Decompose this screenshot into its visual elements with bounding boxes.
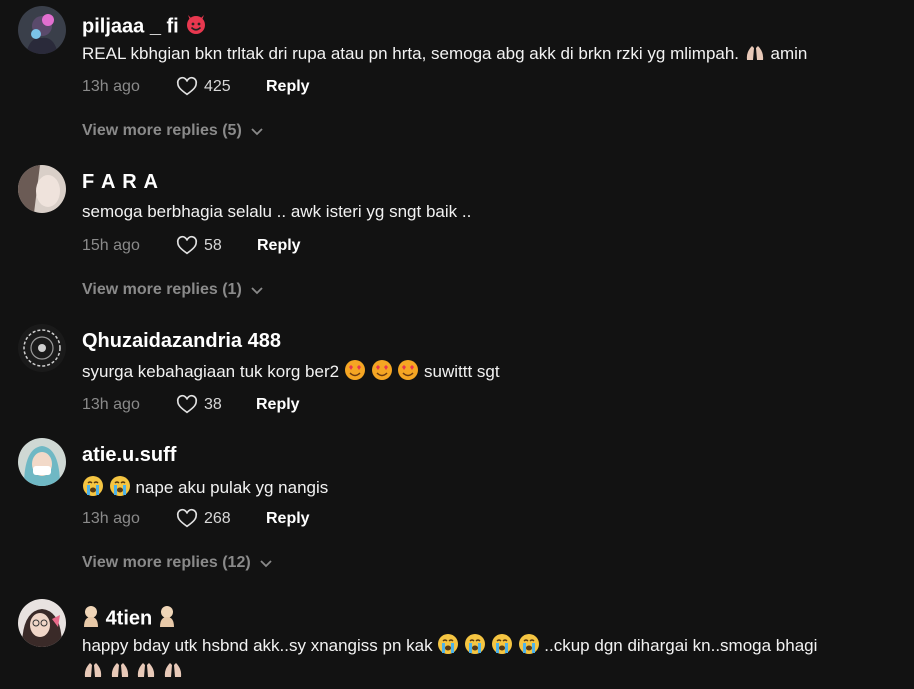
folded-hands-emoji	[162, 659, 184, 684]
comment-body-suffix: amin	[770, 43, 808, 63]
avatar[interactable]	[18, 165, 66, 213]
crying-face-emoji	[109, 475, 131, 502]
person-emoji	[82, 605, 100, 633]
comment-text: happy bday utk hsbnd akk..sy xnangiss pn…	[82, 633, 817, 660]
comment-emoji-line	[82, 659, 184, 684]
reply-button[interactable]: Reply	[257, 237, 301, 255]
folded-hands-emoji	[744, 42, 766, 67]
smiling-face-with-horns-emoji	[184, 12, 208, 42]
heart-outline-icon	[176, 76, 198, 96]
crying-face-emoji	[518, 633, 540, 660]
avatar[interactable]	[18, 6, 66, 54]
like-count: 425	[204, 78, 231, 95]
heart-outline-icon	[176, 394, 198, 414]
username[interactable]: Qhuzaidazandria 488	[82, 330, 281, 353]
view-more-label: View more replies (1)	[82, 281, 242, 298]
timestamp: 15h ago	[82, 237, 140, 254]
reply-button[interactable]: Reply	[266, 78, 310, 96]
chevron-down-icon	[251, 287, 263, 295]
reply-button[interactable]: Reply	[266, 510, 310, 528]
timestamp: 13h ago	[82, 78, 140, 95]
view-more-replies-button[interactable]: View more replies (12)	[82, 554, 273, 572]
like-count: 38	[204, 396, 222, 413]
avatar[interactable]	[18, 599, 66, 647]
reply-button[interactable]: Reply	[256, 396, 300, 414]
crying-face-emoji	[437, 633, 459, 660]
smiling-face-with-heart-eyes-emoji	[344, 359, 366, 386]
view-more-label: View more replies (5)	[82, 122, 242, 139]
crying-face-emoji	[464, 633, 486, 660]
smiling-face-with-heart-eyes-emoji	[371, 359, 393, 386]
crying-face-emoji	[491, 633, 513, 660]
folded-hands-emoji	[135, 659, 157, 684]
folded-hands-emoji	[82, 659, 104, 684]
chevron-down-icon	[251, 128, 263, 136]
like-count: 268	[204, 510, 231, 527]
username[interactable]: piljaaa _ fi	[82, 12, 208, 42]
comment-body: happy bday utk hsbnd akk..sy xnangiss pn…	[82, 635, 433, 655]
comment-body: syurga kebahagiaan tuk korg ber2	[82, 361, 340, 381]
like-button[interactable]: 425	[176, 76, 231, 98]
username-text: 4tien	[105, 607, 153, 630]
heart-outline-icon	[176, 508, 198, 528]
comment-text: syurga kebahagiaan tuk korg ber2 suwittt…	[82, 359, 500, 386]
comment-text: nape aku pulak yg nangis	[82, 475, 328, 502]
chevron-down-icon	[260, 560, 272, 568]
comment-body-suffix: ..ckup dgn dihargai kn..smoga bhagi	[544, 635, 818, 655]
username[interactable]: 4tien	[82, 605, 176, 633]
like-button[interactable]: 268	[176, 508, 231, 530]
username-text: piljaaa _ fi	[82, 15, 179, 38]
username[interactable]: atie.u.suff	[82, 444, 176, 467]
person-emoji	[158, 605, 176, 633]
view-more-label: View more replies (12)	[82, 554, 251, 571]
timestamp: 13h ago	[82, 510, 140, 527]
comment-text: semoga berbhagia selalu .. awk isteri yg…	[82, 202, 472, 221]
smiling-face-with-heart-eyes-emoji	[397, 359, 419, 386]
folded-hands-emoji	[109, 659, 131, 684]
crying-face-emoji	[82, 475, 104, 502]
like-button[interactable]: 58	[176, 235, 222, 257]
like-button[interactable]: 38	[176, 394, 222, 416]
timestamp: 13h ago	[82, 396, 140, 413]
heart-outline-icon	[176, 235, 198, 255]
avatar[interactable]	[18, 324, 66, 372]
like-count: 58	[204, 237, 222, 254]
comment-body-suffix: suwittt sgt	[424, 361, 500, 381]
comment-text: REAL kbhgian bkn trltak dri rupa atau pn…	[82, 42, 807, 67]
view-more-replies-button[interactable]: View more replies (1)	[82, 281, 264, 299]
view-more-replies-button[interactable]: View more replies (5)	[82, 122, 264, 140]
username[interactable]: F A R A	[82, 171, 159, 194]
comment-body: nape aku pulak yg nangis	[135, 477, 329, 497]
comment-body: REAL kbhgian bkn trltak dri rupa atau pn…	[82, 43, 740, 63]
avatar[interactable]	[18, 438, 66, 486]
